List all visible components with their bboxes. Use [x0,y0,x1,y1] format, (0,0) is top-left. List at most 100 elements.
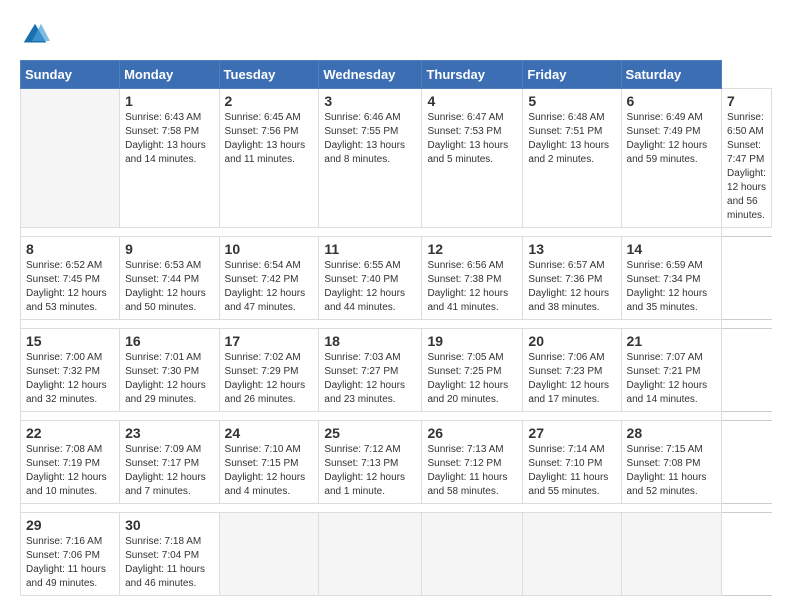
day-number: 2 [225,93,314,109]
calendar-cell [621,513,721,596]
weekday-header-tuesday: Tuesday [219,61,319,89]
calendar-cell: 26 Sunrise: 7:13 AMSunset: 7:12 PMDayligh… [422,421,523,504]
calendar-cell: 24 Sunrise: 7:10 AMSunset: 7:15 PMDayligh… [219,421,319,504]
day-info: Sunrise: 6:48 AMSunset: 7:51 PMDaylight:… [528,111,615,167]
day-number: 9 [125,241,213,257]
day-info: Sunrise: 6:46 AMSunset: 7:55 PMDaylight:… [324,111,416,167]
day-number: 7 [727,93,766,109]
day-info: Sunrise: 6:45 AMSunset: 7:56 PMDaylight:… [225,111,314,167]
calendar-cell: 20 Sunrise: 7:06 AMSunset: 7:23 PMDayligh… [523,329,621,412]
day-info: Sunrise: 6:50 AMSunset: 7:47 PMDaylight:… [727,111,766,223]
weekday-header-monday: Monday [120,61,219,89]
weekday-header-thursday: Thursday [422,61,523,89]
calendar-cell: 23Sunrise: 7:09 AMSunset: 7:17 PMDayligh… [120,421,219,504]
day-info: Sunrise: 6:52 AMSunset: 7:45 PMDaylight:… [26,259,114,315]
day-number: 1 [125,93,213,109]
day-info: Sunrise: 7:08 AMSunset: 7:19 PMDaylight:… [26,443,114,499]
calendar-cell: 7 Sunrise: 6:50 AMSunset: 7:47 PMDaylight… [722,89,772,228]
calendar-cell: 6Sunrise: 6:49 AMSunset: 7:49 PMDaylight… [621,89,721,228]
calendar-week-row: 15 Sunrise: 7:00 AMSunset: 7:32 PMDayligh… [21,329,772,412]
calendar-cell: 28 Sunrise: 7:15 AMSunset: 7:08 PMDayligh… [621,421,721,504]
calendar-cell: 17Sunrise: 7:02 AMSunset: 7:29 PMDayligh… [219,329,319,412]
weekday-header-saturday: Saturday [621,61,721,89]
day-info: Sunrise: 7:10 AMSunset: 7:15 PMDaylight:… [225,443,314,499]
day-number: 18 [324,333,416,349]
day-info: Sunrise: 7:18 AMSunset: 7:04 PMDaylight:… [125,535,213,591]
calendar-week-row: 22 Sunrise: 7:08 AMSunset: 7:19 PMDayligh… [21,421,772,504]
calendar-cell: 27Sunrise: 7:14 AMSunset: 7:10 PMDayligh… [523,421,621,504]
day-number: 28 [627,425,716,441]
calendar-cell: 19Sunrise: 7:05 AMSunset: 7:25 PMDayligh… [422,329,523,412]
calendar-header-row: SundayMondayTuesdayWednesdayThursdayFrid… [21,61,772,89]
calendar-cell [319,513,422,596]
logo-icon [20,20,50,50]
weekday-header-friday: Friday [523,61,621,89]
row-separator [21,320,772,329]
day-number: 16 [125,333,213,349]
calendar: SundayMondayTuesdayWednesdayThursdayFrid… [20,60,772,596]
row-separator [21,228,772,237]
row-separator [21,412,772,421]
day-info: Sunrise: 6:57 AMSunset: 7:36 PMDaylight:… [528,259,615,315]
day-number: 24 [225,425,314,441]
calendar-cell: 3 Sunrise: 6:46 AMSunset: 7:55 PMDaylight… [319,89,422,228]
day-number: 12 [427,241,517,257]
calendar-cell: 25Sunrise: 7:12 AMSunset: 7:13 PMDayligh… [319,421,422,504]
day-info: Sunrise: 6:55 AMSunset: 7:40 PMDaylight:… [324,259,416,315]
day-number: 26 [427,425,517,441]
day-info: Sunrise: 7:00 AMSunset: 7:32 PMDaylight:… [26,351,114,407]
calendar-week-row: 1Sunrise: 6:43 AMSunset: 7:58 PMDaylight… [21,89,772,228]
calendar-cell [219,513,319,596]
calendar-cell: 15 Sunrise: 7:00 AMSunset: 7:32 PMDayligh… [21,329,120,412]
calendar-cell: 13Sunrise: 6:57 AMSunset: 7:36 PMDayligh… [523,237,621,320]
day-number: 19 [427,333,517,349]
logo [20,20,54,50]
day-info: Sunrise: 7:07 AMSunset: 7:21 PMDaylight:… [627,351,716,407]
day-number: 11 [324,241,416,257]
day-number: 20 [528,333,615,349]
day-number: 21 [627,333,716,349]
day-info: Sunrise: 7:03 AMSunset: 7:27 PMDaylight:… [324,351,416,407]
calendar-cell: 11 Sunrise: 6:55 AMSunset: 7:40 PMDayligh… [319,237,422,320]
page-header [20,20,772,50]
calendar-cell: 21 Sunrise: 7:07 AMSunset: 7:21 PMDayligh… [621,329,721,412]
day-number: 3 [324,93,416,109]
calendar-cell: 10 Sunrise: 6:54 AMSunset: 7:42 PMDayligh… [219,237,319,320]
day-info: Sunrise: 7:01 AMSunset: 7:30 PMDaylight:… [125,351,213,407]
calendar-week-row: 29 Sunrise: 7:16 AMSunset: 7:06 PMDayligh… [21,513,772,596]
day-info: Sunrise: 7:13 AMSunset: 7:12 PMDaylight:… [427,443,517,499]
day-info: Sunrise: 7:06 AMSunset: 7:23 PMDaylight:… [528,351,615,407]
day-number: 5 [528,93,615,109]
row-separator [21,504,772,513]
day-number: 10 [225,241,314,257]
calendar-cell: 4Sunrise: 6:47 AMSunset: 7:53 PMDaylight… [422,89,523,228]
calendar-cell: 30 Sunrise: 7:18 AMSunset: 7:04 PMDayligh… [120,513,219,596]
calendar-cell [21,89,120,228]
day-number: 8 [26,241,114,257]
day-info: Sunrise: 7:02 AMSunset: 7:29 PMDaylight:… [225,351,314,407]
calendar-cell [523,513,621,596]
calendar-cell [422,513,523,596]
day-number: 30 [125,517,213,533]
calendar-cell: 9Sunrise: 6:53 AMSunset: 7:44 PMDaylight… [120,237,219,320]
day-number: 22 [26,425,114,441]
calendar-cell: 5 Sunrise: 6:48 AMSunset: 7:51 PMDaylight… [523,89,621,228]
day-number: 15 [26,333,114,349]
day-number: 14 [627,241,716,257]
day-info: Sunrise: 7:15 AMSunset: 7:08 PMDaylight:… [627,443,716,499]
calendar-week-row: 8 Sunrise: 6:52 AMSunset: 7:45 PMDaylight… [21,237,772,320]
calendar-cell: 8 Sunrise: 6:52 AMSunset: 7:45 PMDaylight… [21,237,120,320]
day-info: Sunrise: 6:56 AMSunset: 7:38 PMDaylight:… [427,259,517,315]
calendar-cell: 2 Sunrise: 6:45 AMSunset: 7:56 PMDaylight… [219,89,319,228]
day-info: Sunrise: 6:59 AMSunset: 7:34 PMDaylight:… [627,259,716,315]
calendar-cell: 16 Sunrise: 7:01 AMSunset: 7:30 PMDayligh… [120,329,219,412]
calendar-cell: 1Sunrise: 6:43 AMSunset: 7:58 PMDaylight… [120,89,219,228]
day-info: Sunrise: 7:14 AMSunset: 7:10 PMDaylight:… [528,443,615,499]
day-info: Sunrise: 7:16 AMSunset: 7:06 PMDaylight:… [26,535,114,591]
day-info: Sunrise: 7:12 AMSunset: 7:13 PMDaylight:… [324,443,416,499]
day-info: Sunrise: 6:54 AMSunset: 7:42 PMDaylight:… [225,259,314,315]
calendar-cell: 14 Sunrise: 6:59 AMSunset: 7:34 PMDayligh… [621,237,721,320]
day-number: 4 [427,93,517,109]
day-number: 6 [627,93,716,109]
day-number: 29 [26,517,114,533]
